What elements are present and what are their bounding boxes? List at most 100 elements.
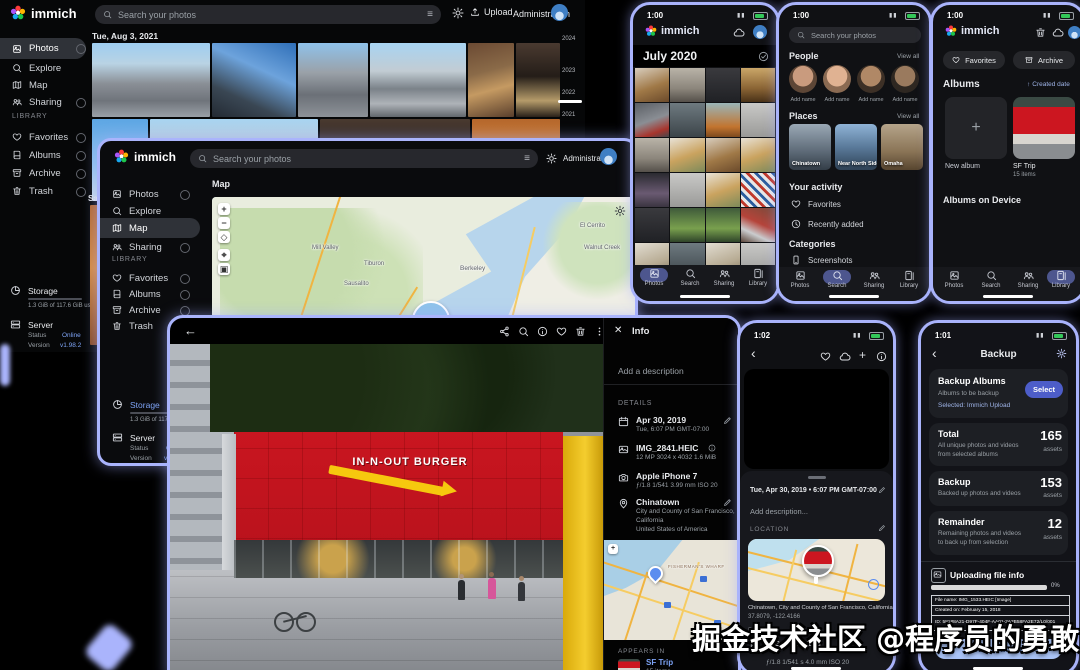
- home-indicator[interactable]: [983, 295, 1033, 298]
- filter-icon[interactable]: ≡: [427, 9, 433, 20]
- edit-date-pencil-icon[interactable]: [723, 416, 732, 425]
- nav-item-photos[interactable]: Photos: [637, 268, 671, 287]
- sidebar-item-map[interactable]: Map: [0, 76, 86, 94]
- user-avatar[interactable]: [551, 4, 568, 21]
- sidebar-item-photos[interactable]: Photos: [100, 185, 190, 203]
- favorite-heart-icon[interactable]: [820, 351, 831, 362]
- photo-thumbnail[interactable]: [370, 43, 466, 117]
- nav-item-library[interactable]: Library: [1044, 270, 1078, 289]
- photo-thumbnail[interactable]: [635, 208, 670, 242]
- sidebar-item-archive[interactable]: Archive: [0, 164, 86, 182]
- sidebar-item-trash[interactable]: Trash: [0, 182, 86, 200]
- photo-thumbnail[interactable]: [670, 138, 705, 172]
- map-controls[interactable]: + − ◇ ⌖ ▣: [218, 203, 230, 277]
- share-icon[interactable]: [499, 326, 510, 337]
- nav-item-search[interactable]: Search: [974, 270, 1008, 289]
- sidebar-item-sharing[interactable]: Sharing: [100, 238, 190, 256]
- compass-button[interactable]: ◇: [218, 231, 230, 243]
- person-avatar[interactable]: [823, 65, 851, 93]
- info-icon[interactable]: [537, 326, 548, 337]
- cloud-sync-icon[interactable]: [733, 27, 745, 39]
- view-all-link[interactable]: View all: [897, 53, 919, 60]
- theme-toggle-sun-icon[interactable]: [452, 7, 464, 19]
- sidebar-item-photos[interactable]: Photos: [0, 38, 86, 59]
- photo-thumbnail[interactable]: [705, 68, 740, 102]
- map-zoom-control[interactable]: +: [608, 544, 618, 554]
- home-indicator[interactable]: [680, 295, 730, 298]
- person-avatar[interactable]: [891, 65, 919, 93]
- description-input[interactable]: Add a description: [618, 366, 684, 376]
- photo-thumbnail[interactable]: [298, 43, 368, 117]
- nav-item-library[interactable]: Library: [741, 268, 775, 287]
- edit-location-pencil-icon[interactable]: [723, 498, 732, 507]
- description-input[interactable]: Add description...: [750, 507, 808, 516]
- nav-item-sharing[interactable]: Sharing: [857, 270, 891, 289]
- user-avatar[interactable]: [1068, 26, 1080, 39]
- album-card-sf-trip[interactable]: [1013, 97, 1075, 159]
- search-input[interactable]: Search your photos ≡: [95, 5, 441, 24]
- close-icon[interactable]: ✕: [614, 325, 622, 336]
- photo-thumbnail[interactable]: [92, 43, 210, 117]
- photo-thumbnail[interactable]: [705, 173, 740, 207]
- map-photo-pin-marker[interactable]: [802, 545, 834, 577]
- photo-thumbnail[interactable]: [635, 103, 670, 137]
- zoom-out-button[interactable]: −: [218, 217, 230, 229]
- file-info-icon[interactable]: [708, 444, 716, 452]
- new-album-card[interactable]: +: [945, 97, 1007, 159]
- photo-thumbnail[interactable]: [516, 43, 560, 117]
- person-name[interactable]: Add name: [857, 97, 885, 103]
- info-icon[interactable]: [876, 351, 887, 362]
- settings-gear-icon[interactable]: [1056, 348, 1067, 359]
- place-card[interactable]: Chinatown: [789, 124, 831, 170]
- back-chevron-icon[interactable]: ‹: [751, 345, 756, 361]
- sidebar-item-favorites[interactable]: Favorites: [0, 128, 86, 146]
- add-to-album-plus-icon[interactable]: +: [859, 348, 866, 362]
- sidebar-item-sharing[interactable]: Sharing: [0, 93, 86, 111]
- album-link[interactable]: SF Trip: [646, 658, 673, 667]
- photo-thumbnail[interactable]: [635, 138, 670, 172]
- favorite-heart-icon[interactable]: [556, 326, 567, 337]
- nav-item-photos[interactable]: Photos: [783, 270, 817, 289]
- sidebar-item-explore[interactable]: Explore: [0, 59, 86, 77]
- scrubber-handle[interactable]: [558, 100, 582, 103]
- category-item-screenshots[interactable]: Screenshots: [791, 255, 852, 265]
- zoom-in-button[interactable]: +: [218, 203, 230, 215]
- filter-icon[interactable]: ≡: [524, 153, 530, 164]
- activity-item-favorites[interactable]: Favorites: [791, 199, 841, 209]
- select-all-check-icon[interactable]: [758, 51, 769, 62]
- sidebar-item-albums[interactable]: Albums: [0, 146, 86, 164]
- nav-item-sharing[interactable]: Sharing: [707, 268, 741, 287]
- nav-item-sharing[interactable]: Sharing: [1011, 270, 1045, 289]
- photo-thumbnail[interactable]: [635, 173, 670, 207]
- photo-viewer[interactable]: [744, 369, 889, 469]
- place-card[interactable]: Omaha: [881, 124, 923, 170]
- photo-thumbnail[interactable]: [670, 103, 705, 137]
- photo-thumbnail[interactable]: [670, 173, 705, 207]
- photo-thumbnail[interactable]: [705, 103, 740, 137]
- select-button[interactable]: Select: [1025, 381, 1063, 398]
- photo-thumbnail[interactable]: [740, 68, 775, 102]
- person-name[interactable]: Add name: [789, 97, 817, 103]
- photo-thumbnail[interactable]: [635, 68, 670, 102]
- cloud-sync-icon[interactable]: [1052, 27, 1064, 39]
- photo-thumbnail[interactable]: [705, 138, 740, 172]
- favorites-pill-button[interactable]: Favorites: [943, 51, 1005, 69]
- photo-thumbnail[interactable]: [468, 43, 514, 117]
- search-input[interactable]: Search your photos: [789, 27, 921, 43]
- photo-thumbnail[interactable]: [740, 208, 775, 242]
- edit-location-pencil-icon[interactable]: [878, 524, 886, 532]
- edit-date-pencil-icon[interactable]: [878, 486, 886, 494]
- person-avatar[interactable]: [857, 65, 885, 93]
- sheet-drag-handle[interactable]: [808, 476, 826, 479]
- nav-item-photos[interactable]: Photos: [937, 270, 971, 289]
- upload-button[interactable]: Upload: [470, 7, 513, 17]
- person-name[interactable]: Add name: [823, 97, 851, 103]
- search-input[interactable]: Search your photos ≡: [190, 149, 538, 168]
- location-map-card[interactable]: [748, 539, 885, 601]
- cloud-upload-icon[interactable]: [839, 351, 851, 363]
- user-avatar[interactable]: [753, 25, 767, 39]
- photo-thumbnail[interactable]: [740, 173, 775, 207]
- album-thumbnail[interactable]: [618, 659, 640, 670]
- photo-viewer[interactable]: IN-N-OUT BURGER: [170, 344, 603, 670]
- user-avatar[interactable]: [600, 148, 617, 165]
